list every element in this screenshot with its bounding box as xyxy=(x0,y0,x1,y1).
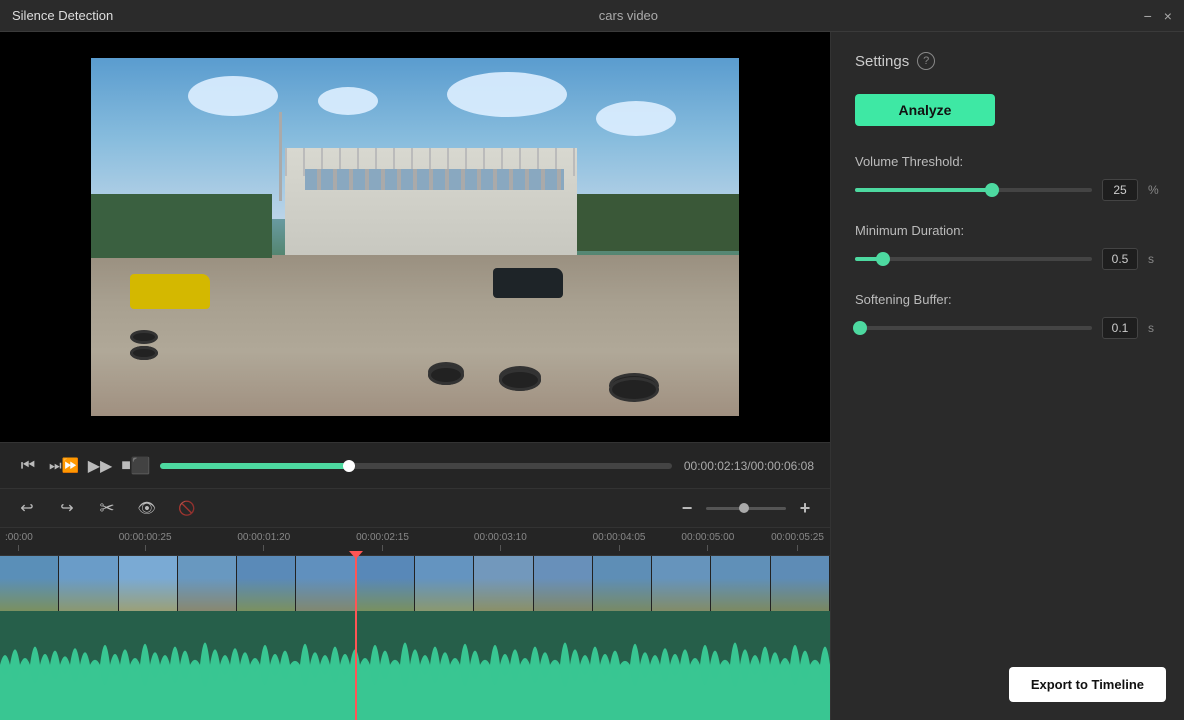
minimum-duration-value[interactable]: 0.5 xyxy=(1102,248,1138,270)
thumb-14 xyxy=(771,556,830,611)
ruler-mark-2: 00:00:01:20 xyxy=(237,532,290,551)
thumb-10 xyxy=(534,556,593,611)
pole xyxy=(279,112,282,202)
playback-controls: ⏩ ▶ ⬛ 00:00:02:13/00:00:06:08 xyxy=(0,442,830,488)
title-bar: Silence Detection cars video − × xyxy=(0,0,1184,32)
main-layout: ⏩ ▶ ⬛ 00:00:02:13/00:00:06:08 ↩ ↪ ✂ 👁 🚫 … xyxy=(0,32,1184,720)
progress-bar[interactable] xyxy=(160,463,672,469)
window-title: cars video xyxy=(599,8,658,23)
dark-car xyxy=(493,268,563,298)
zoom-out-button[interactable]: − xyxy=(676,497,698,519)
analyze-button[interactable]: Analyze xyxy=(855,94,995,126)
minimum-duration-thumb[interactable] xyxy=(876,252,890,266)
volume-threshold-value[interactable]: 25 xyxy=(1102,179,1138,201)
yellow-car xyxy=(130,274,210,309)
undo-button[interactable]: ↩ xyxy=(14,495,40,521)
eye-off-button[interactable]: 🚫 xyxy=(174,495,200,521)
thumb-1 xyxy=(0,556,59,611)
time-display: 00:00:02:13/00:00:06:08 xyxy=(684,459,814,473)
thumb-2 xyxy=(59,556,118,611)
timeline-area: :00:00 00:00:00:25 00:00:01:20 00:00:02:… xyxy=(0,528,830,720)
tire-stack-left xyxy=(130,330,158,344)
softening-buffer-value[interactable]: 0.1 xyxy=(1102,317,1138,339)
info-icon[interactable]: ? xyxy=(917,52,935,70)
redo-button[interactable]: ↪ xyxy=(54,495,80,521)
thumb-12 xyxy=(652,556,711,611)
thumbnail-strip xyxy=(0,556,830,611)
volume-threshold-fill xyxy=(855,188,992,192)
audio-track[interactable] xyxy=(0,611,830,720)
thumb-11 xyxy=(593,556,652,611)
ruler-mark-6: 00:00:05:00 xyxy=(681,532,734,551)
timeline-tracks xyxy=(0,556,830,720)
timeline-ruler: :00:00 00:00:00:25 00:00:01:20 00:00:02:… xyxy=(0,528,830,556)
export-to-timeline-button[interactable]: Export to Timeline xyxy=(1009,667,1166,702)
volume-threshold-group: Volume Threshold: 25 % xyxy=(855,154,1160,201)
close-button[interactable]: × xyxy=(1164,9,1172,23)
minimum-duration-label: Minimum Duration: xyxy=(855,223,1160,238)
video-frame xyxy=(91,58,739,416)
volume-threshold-row: 25 % xyxy=(855,179,1160,201)
thumb-4 xyxy=(178,556,237,611)
softening-buffer-row: 0.1 s xyxy=(855,317,1160,339)
settings-label: Settings xyxy=(855,53,909,70)
play-button[interactable]: ▶ xyxy=(88,454,112,478)
zoom-slider[interactable] xyxy=(706,507,786,510)
ruler-mark-1: 00:00:00:25 xyxy=(119,532,172,551)
eye-button[interactable]: 👁 xyxy=(134,495,160,521)
cloud-1 xyxy=(188,76,278,116)
skip-back-button[interactable] xyxy=(16,454,40,478)
volume-threshold-label: Volume Threshold: xyxy=(855,154,1160,169)
thumb-13 xyxy=(711,556,770,611)
thumb-7 xyxy=(356,556,415,611)
trees-left xyxy=(91,194,272,258)
audio-waveform-svg xyxy=(0,611,830,720)
video-track[interactable] xyxy=(0,556,830,611)
ruler-mark-4: 00:00:03:10 xyxy=(474,532,527,551)
minimum-duration-unit: s xyxy=(1148,252,1160,266)
timeline-toolbar: ↩ ↪ ✂ 👁 🚫 − + xyxy=(0,488,830,528)
cloud-4 xyxy=(596,101,676,136)
timeline-tools-left: ↩ ↪ ✂ 👁 🚫 xyxy=(14,495,200,521)
volume-threshold-slider[interactable] xyxy=(855,188,1092,192)
zoom-in-button[interactable]: + xyxy=(794,497,816,519)
thumb-8 xyxy=(415,556,474,611)
minimum-duration-group: Minimum Duration: 0.5 s xyxy=(855,223,1160,270)
thumb-9 xyxy=(474,556,533,611)
left-panel: ⏩ ▶ ⬛ 00:00:02:13/00:00:06:08 ↩ ↪ ✂ 👁 🚫 … xyxy=(0,32,830,720)
softening-buffer-thumb[interactable] xyxy=(853,321,867,335)
volume-threshold-unit: % xyxy=(1148,183,1160,197)
step-forward-button[interactable]: ⏩ xyxy=(52,454,76,478)
softening-buffer-unit: s xyxy=(1148,321,1160,335)
ruler-mark-5: 00:00:04:05 xyxy=(593,532,646,551)
minimize-button[interactable]: − xyxy=(1144,9,1152,23)
video-area xyxy=(0,32,830,442)
ruler-mark-3: 00:00:02:15 xyxy=(356,532,409,551)
ruler-mark-0: :00:00 xyxy=(5,532,33,551)
window-controls: − × xyxy=(1144,9,1172,23)
progress-fill xyxy=(160,463,349,469)
scissors-button[interactable]: ✂ xyxy=(94,495,120,521)
cloud-2 xyxy=(318,87,378,115)
zoom-handle[interactable] xyxy=(739,503,749,513)
volume-threshold-thumb[interactable] xyxy=(985,183,999,197)
ruler-mark-7: 00:00:05:25 xyxy=(771,532,824,551)
softening-buffer-label: Softening Buffer: xyxy=(855,292,1160,307)
app-title: Silence Detection xyxy=(12,8,113,23)
thumb-6 xyxy=(296,556,355,611)
thumb-3 xyxy=(119,556,178,611)
softening-buffer-group: Softening Buffer: 0.1 s xyxy=(855,292,1160,339)
stop-button[interactable]: ⬛ xyxy=(124,454,148,478)
progress-thumb[interactable] xyxy=(343,460,355,472)
right-panel: Settings ? Analyze Volume Threshold: 25 … xyxy=(830,32,1184,720)
settings-header: Settings ? xyxy=(855,52,1160,70)
trees-right xyxy=(577,194,739,251)
timeline-tools-right: − + xyxy=(676,497,816,519)
thumb-5 xyxy=(237,556,296,611)
minimum-duration-slider[interactable] xyxy=(855,257,1092,261)
building-windows xyxy=(305,169,564,190)
minimum-duration-row: 0.5 s xyxy=(855,248,1160,270)
softening-buffer-slider[interactable] xyxy=(855,326,1092,330)
